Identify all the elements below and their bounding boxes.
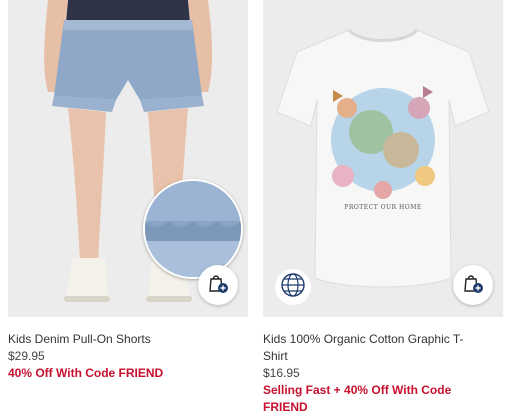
globe-icon bbox=[279, 271, 307, 304]
product-price: $29.95 bbox=[8, 349, 45, 363]
product-card-denim-shorts[interactable]: Kids Denim Pull-On Shorts $29.95 40% Off… bbox=[8, 0, 248, 382]
product-card-graphic-tshirt[interactable]: PROTECT OUR HOME Kids 100% Organic Cotto… bbox=[263, 0, 503, 416]
product-name[interactable]: Kids Denim Pull-On Shorts bbox=[8, 331, 248, 348]
product-price: $16.95 bbox=[263, 366, 300, 380]
product-name-line-2[interactable]: Shirt bbox=[263, 348, 503, 365]
add-to-bag-icon bbox=[462, 272, 484, 299]
product-image-graphic-tshirt[interactable]: PROTECT OUR HOME bbox=[263, 0, 503, 317]
add-to-bag-button[interactable] bbox=[453, 265, 493, 305]
product-image-denim-shorts[interactable] bbox=[8, 0, 248, 317]
product-promo-line-2: FRIEND bbox=[263, 400, 308, 414]
add-to-bag-icon bbox=[207, 272, 229, 299]
product-promo-line-1: Selling Fast + 40% Off With Code bbox=[263, 383, 452, 397]
sustainability-badge bbox=[275, 269, 311, 305]
product-promo: 40% Off With Code FRIEND bbox=[8, 366, 164, 380]
product-name-line-1[interactable]: Kids 100% Organic Cotton Graphic T- bbox=[263, 331, 503, 348]
fabric-detail-zoom bbox=[143, 179, 243, 279]
tshirt-graphic-text: PROTECT OUR HOME bbox=[344, 204, 422, 211]
add-to-bag-button[interactable] bbox=[198, 265, 238, 305]
